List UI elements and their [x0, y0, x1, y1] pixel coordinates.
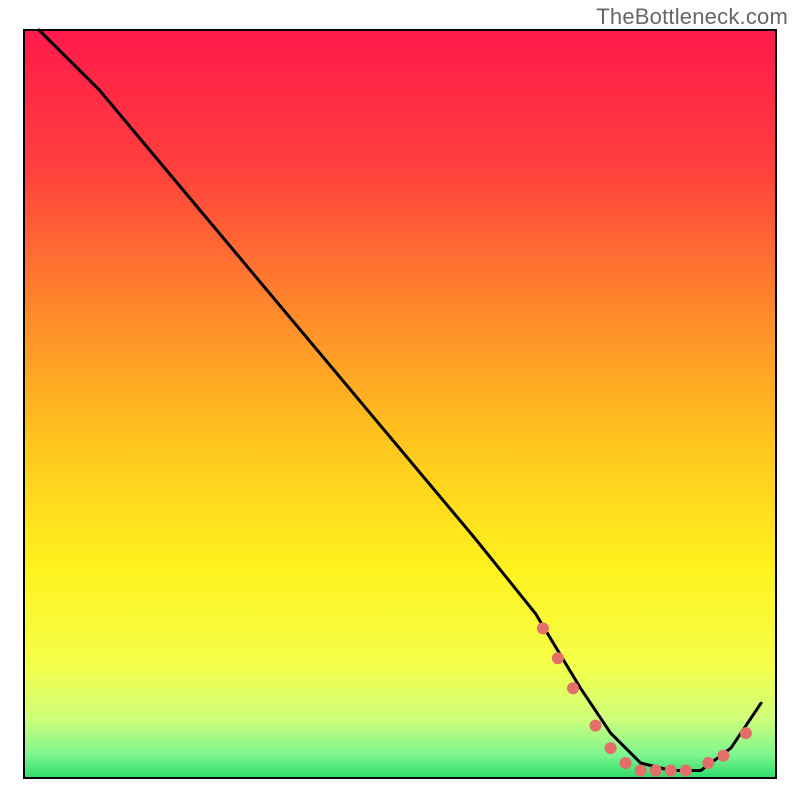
marker-dot [650, 765, 662, 777]
marker-dot [605, 742, 617, 754]
marker-dot [740, 727, 752, 739]
marker-dot [702, 757, 714, 769]
gradient-background [24, 30, 776, 778]
marker-dot [620, 757, 632, 769]
marker-dot [590, 720, 602, 732]
bottleneck-chart [0, 0, 800, 800]
marker-dot [680, 765, 692, 777]
marker-dot [635, 765, 647, 777]
marker-dot [665, 765, 677, 777]
marker-dot [552, 652, 564, 664]
watermark-text: TheBottleneck.com [596, 4, 788, 30]
marker-dot [537, 622, 549, 634]
marker-dot [567, 682, 579, 694]
chart-container: TheBottleneck.com [0, 0, 800, 800]
marker-dot [717, 750, 729, 762]
